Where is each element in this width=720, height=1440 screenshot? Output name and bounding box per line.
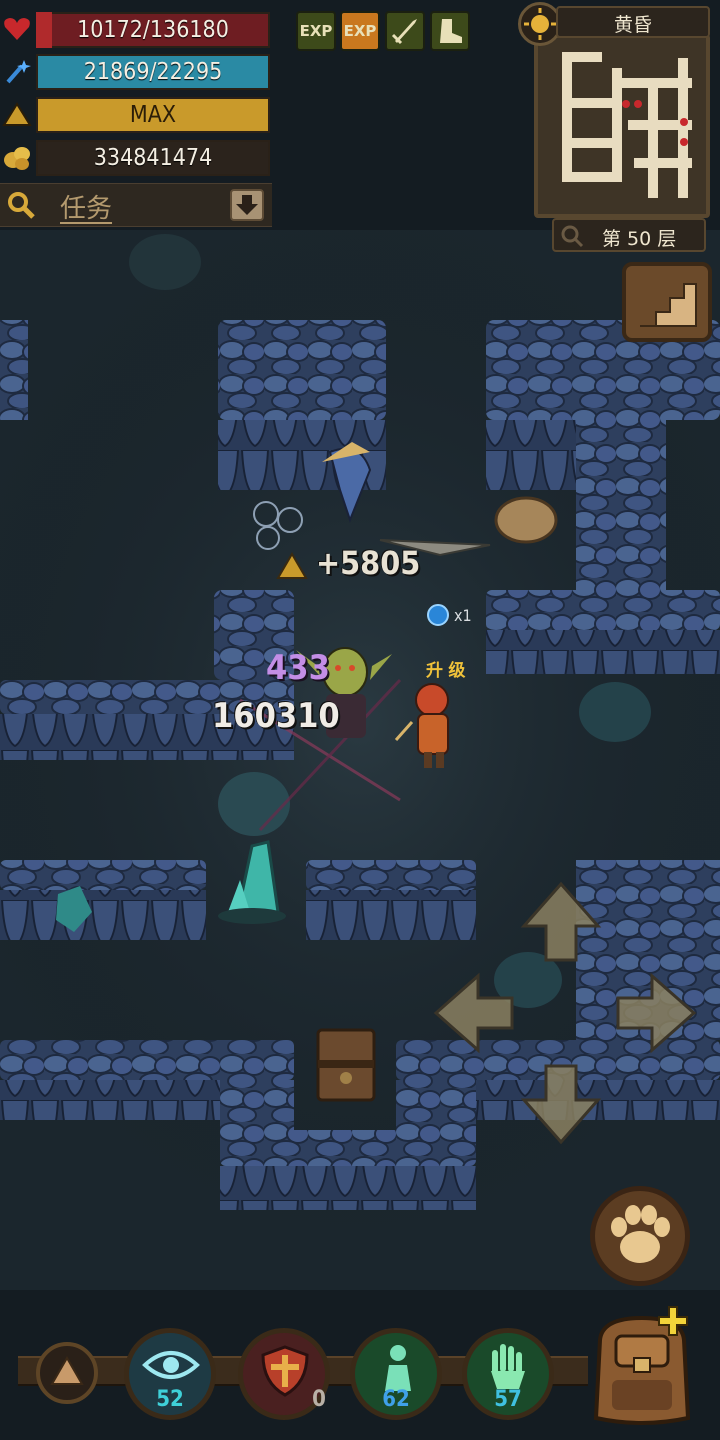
gold-value: 334841474 — [36, 140, 270, 176]
wand-icon — [6, 60, 31, 84]
exp-buff-active-icon[interactable]: EXP — [340, 11, 380, 51]
floor-label: 第 50 层 — [602, 228, 677, 250]
level-up-text: 升 级 — [426, 661, 466, 681]
level-value: MAX — [36, 97, 270, 133]
skill-eye-button[interactable]: 52 — [124, 1328, 216, 1420]
dpad-left-button[interactable] — [432, 970, 518, 1056]
backpack-button[interactable] — [582, 1300, 702, 1430]
skill-shield-button[interactable]: 0 — [238, 1328, 330, 1420]
zoom-icon[interactable] — [560, 224, 584, 248]
magnifier-icon — [8, 192, 35, 219]
skill-eye-count: 52 — [156, 1387, 184, 1412]
paw-button[interactable] — [590, 1186, 690, 1286]
stairs-button[interactable] — [622, 262, 712, 342]
arrow-down-icon — [236, 195, 258, 215]
gold-row: 334841474 — [0, 138, 272, 178]
skill-figure-button[interactable]: 62 — [350, 1328, 442, 1420]
paw-icon — [611, 1205, 670, 1263]
sword-boost-icon[interactable] — [385, 11, 425, 51]
level-triangle-icon — [2, 102, 32, 126]
gold-icon — [4, 147, 30, 170]
minimap[interactable] — [534, 34, 710, 218]
hp-fill — [36, 12, 52, 48]
time-of-day-label: 黄昏 — [613, 14, 652, 36]
boot-boost-icon[interactable] — [430, 11, 470, 51]
orb-count-text: x1 — [454, 606, 472, 625]
plus-icon — [658, 1306, 688, 1336]
skill-hand-button[interactable]: 57 — [462, 1328, 554, 1420]
eye-skill-icon — [142, 1351, 200, 1379]
dpad-down-button[interactable] — [518, 1060, 604, 1146]
task-label[interactable]: 任务 — [60, 188, 112, 225]
mp-value: 21869/22295 — [36, 54, 270, 90]
dpad-up-button[interactable] — [518, 880, 604, 966]
exp-buff-icon[interactable]: EXP — [296, 11, 336, 51]
skill-hand-count: 57 — [494, 1387, 522, 1412]
treasure-chest[interactable] — [316, 1028, 376, 1102]
dpad-right-button[interactable] — [612, 970, 698, 1056]
damage-number-small: 433 — [266, 648, 330, 688]
task-expand-button[interactable] — [230, 189, 264, 221]
mp-row: 21869/22295 — [0, 52, 272, 92]
level-row: MAX — [0, 95, 272, 135]
time-of-day-tab: 黄昏 — [556, 6, 710, 38]
skill-figure-count: 62 — [382, 1387, 410, 1412]
task-panel[interactable]: 任务 — [0, 183, 272, 227]
stairs-icon — [640, 283, 697, 327]
skill-bar-toggle-button[interactable] — [36, 1342, 98, 1404]
heart-icon — [4, 18, 30, 40]
damage-number-big: 160310 — [212, 696, 340, 736]
floor-tab[interactable]: 第 50 层 — [552, 218, 706, 252]
minimap-map — [538, 38, 706, 214]
mana-orb-icon — [427, 604, 449, 626]
arrow-up-icon — [50, 1355, 84, 1385]
exp-gain-text: +5805 — [316, 544, 421, 582]
hp-value: 10172/136180 — [36, 12, 270, 48]
